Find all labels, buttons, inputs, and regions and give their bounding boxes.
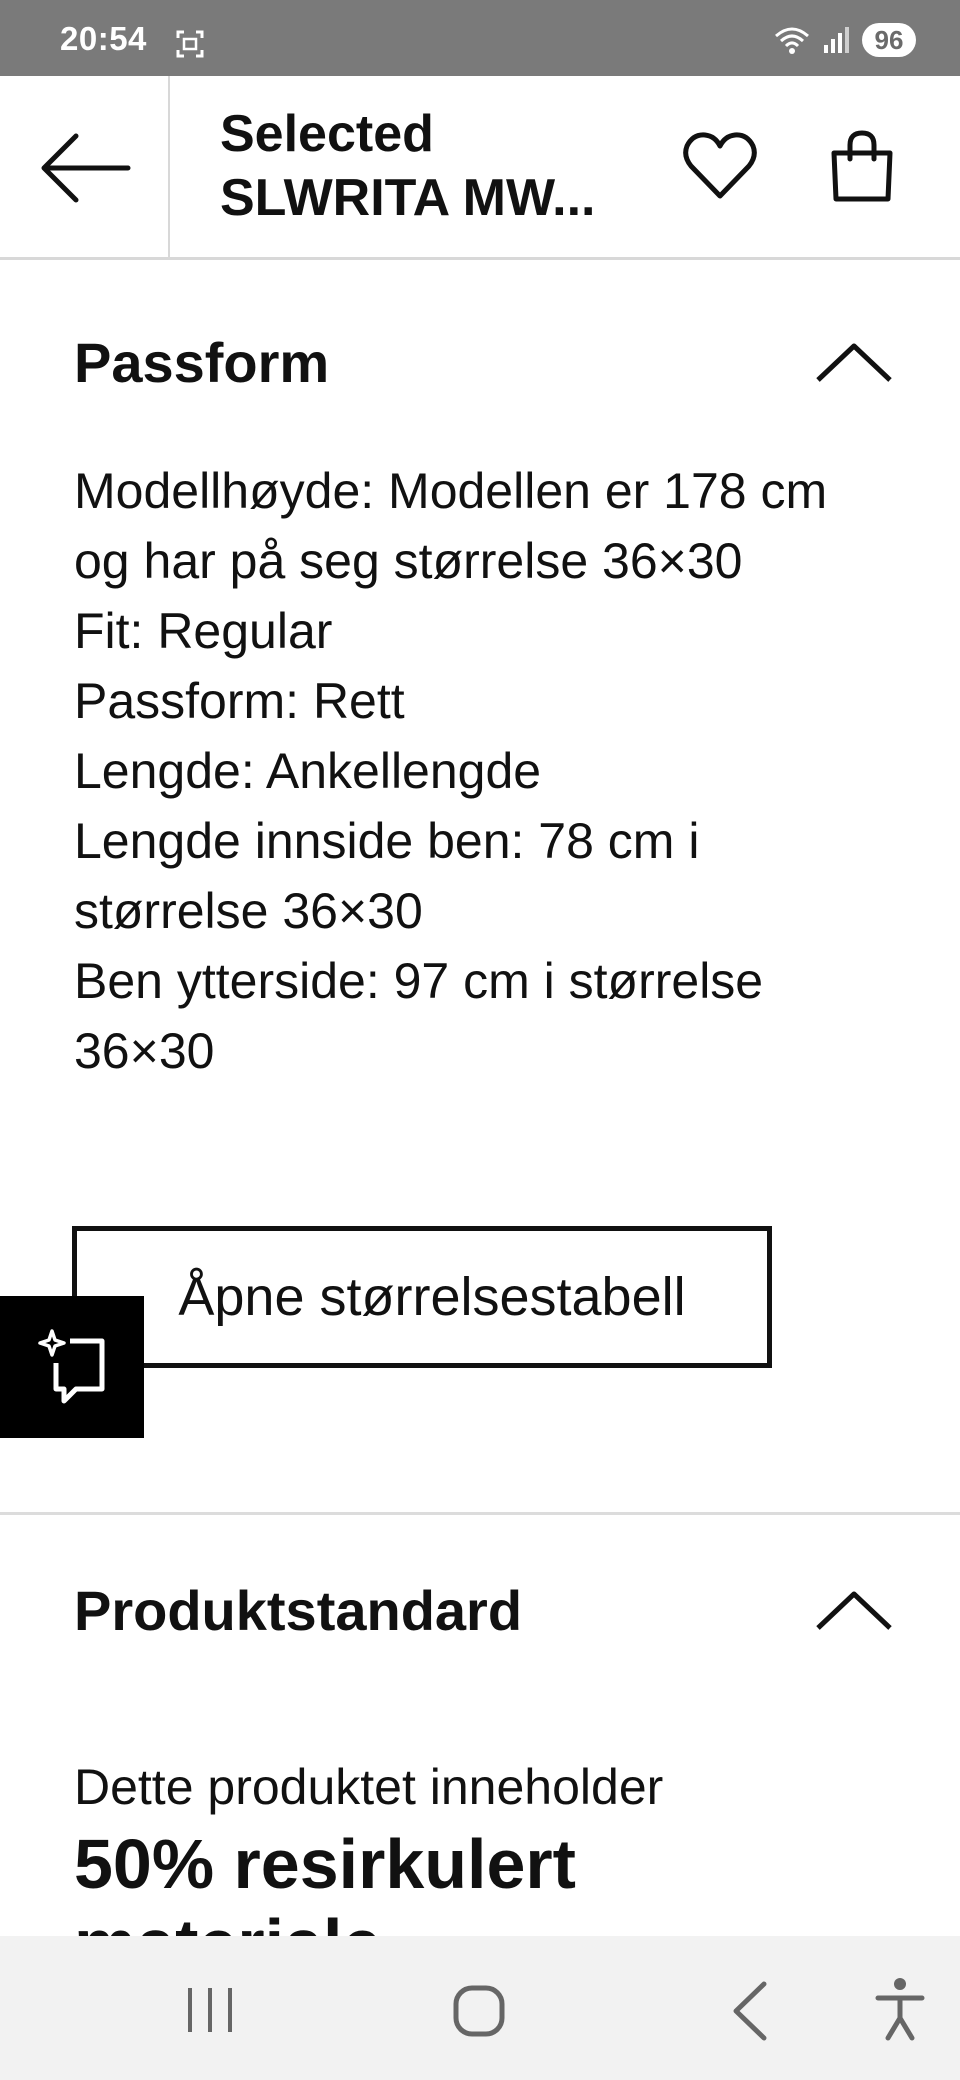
inseam-line: Lengde innside ben: 78 cm i størrelse 36… (74, 813, 700, 939)
heart-icon (683, 132, 757, 199)
model-height-line: Modellhøyde: Modellen er 178 cm og har p… (74, 463, 828, 589)
app-header: Selected SLWRITA MW... (0, 76, 960, 260)
status-bar: 20:54 96 (0, 0, 960, 76)
fit-section-title: Passform (74, 330, 330, 394)
page-title: Selected SLWRITA MW... (220, 102, 660, 230)
wifi-icon (775, 27, 809, 54)
signal-icon (824, 27, 849, 53)
fit-details: Modellhøyde: Modellen er 178 cm og har p… (74, 456, 894, 1086)
system-nav-bar (0, 1936, 960, 2080)
status-icons: 96 (772, 22, 916, 58)
recycled-percentage: 50% resirkulert materiale (74, 1825, 576, 1936)
product-name: SLWRITA MW... (220, 169, 596, 227)
collapse-standard-button[interactable] (814, 1585, 894, 1635)
section-divider (0, 1512, 960, 1515)
arrow-left-icon (41, 133, 131, 203)
outseam-line: Ben ytterside: 97 cm i størrelse 36×30 (74, 953, 764, 1079)
brand-name: Selected (220, 105, 434, 163)
home-icon[interactable] (444, 1976, 514, 2046)
standard-description: Dette produktet inneholder (74, 1759, 664, 1815)
screen-capture-icon (176, 30, 204, 58)
collapse-fit-button[interactable] (814, 337, 894, 387)
open-size-table-button[interactable]: Åpne størrelsestabell (72, 1226, 772, 1368)
length-line: Lengde: Ankellengde (74, 743, 542, 799)
status-time: 20:54 (60, 20, 147, 57)
shopping-bag-button[interactable] (822, 126, 902, 206)
wishlist-button[interactable] (680, 126, 760, 206)
feedback-sparkle-icon (38, 1329, 105, 1404)
standard-section-header[interactable]: Produktstandard (74, 1570, 894, 1650)
fit-line: Fit: Regular (74, 603, 333, 659)
standard-section-title: Produktstandard (74, 1578, 523, 1642)
accessibility-icon[interactable] (870, 1974, 930, 2044)
chevron-up-icon (816, 1591, 892, 1630)
recent-apps-icon[interactable] (180, 1982, 240, 2038)
shape-line: Passform: Rett (74, 673, 405, 729)
chevron-up-icon (816, 343, 892, 382)
shopping-bag-icon (831, 130, 893, 202)
nav-back-icon[interactable] (720, 1976, 780, 2046)
back-button[interactable] (0, 76, 170, 260)
fit-section-header[interactable]: Passform (74, 322, 894, 402)
battery-indicator: 96 (862, 23, 916, 57)
feedback-button[interactable] (0, 1296, 144, 1438)
